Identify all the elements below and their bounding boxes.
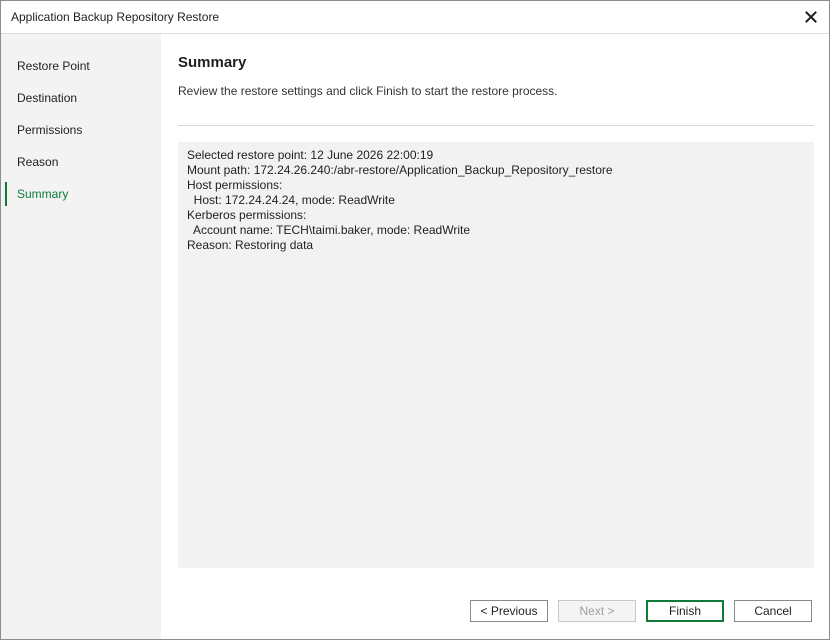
step-label: Destination — [17, 91, 78, 105]
divider — [178, 125, 814, 126]
wizard-steps-sidebar: Restore Point Destination Permissions Re… — [1, 34, 161, 639]
summary-line: Selected restore point: 12 June 2026 22:… — [187, 148, 434, 162]
main-content: Summary Review the restore settings and … — [162, 34, 829, 639]
step-label: Permissions — [17, 123, 83, 137]
window-title: Application Backup Repository Restore — [11, 10, 220, 24]
cancel-button[interactable]: Cancel — [734, 600, 812, 622]
summary-line: Host: 172.24.24.24, mode: ReadWrite — [187, 193, 395, 207]
page-description: Review the restore settings and click Fi… — [178, 84, 558, 98]
step-restore-point[interactable]: Restore Point — [5, 54, 161, 78]
summary-line: Mount path: 172.24.26.240:/abr-restore/A… — [187, 163, 613, 177]
step-label: Reason — [17, 155, 59, 169]
summary-line: Kerberos permissions: — [187, 208, 307, 222]
title-bar: Application Backup Repository Restore — [1, 1, 829, 34]
step-label: Restore Point — [17, 59, 90, 73]
next-button[interactable]: Next > — [558, 600, 636, 622]
step-permissions[interactable]: Permissions — [5, 118, 161, 142]
summary-line: Host permissions: — [187, 178, 283, 192]
finish-button[interactable]: Finish — [646, 600, 724, 622]
close-button[interactable] — [799, 5, 823, 29]
step-summary[interactable]: Summary — [5, 182, 163, 206]
previous-button[interactable]: < Previous — [470, 600, 548, 622]
summary-text-box[interactable]: Selected restore point: 12 June 2026 22:… — [178, 142, 814, 568]
step-reason[interactable]: Reason — [5, 150, 161, 174]
close-icon — [805, 11, 817, 23]
page-title: Summary — [178, 54, 247, 71]
summary-line: Reason: Restoring data — [187, 238, 314, 252]
step-label: Summary — [17, 187, 69, 201]
summary-line: Account name: TECH\taimi.baker, mode: Re… — [187, 223, 471, 237]
restore-wizard-window: Application Backup Repository Restore Re… — [0, 0, 830, 640]
step-destination[interactable]: Destination — [5, 86, 161, 110]
